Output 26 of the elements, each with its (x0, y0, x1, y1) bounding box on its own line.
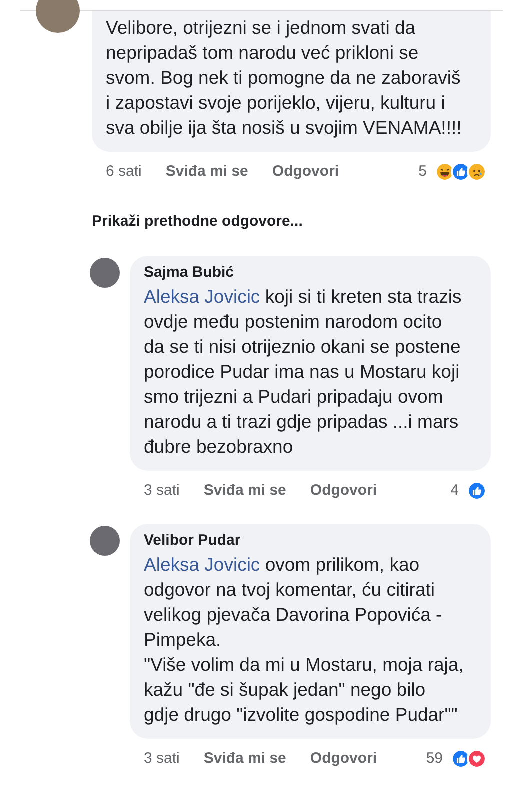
reply-button[interactable]: Odgovori (272, 161, 340, 184)
reaction-count: 59 (426, 749, 443, 769)
mention-link[interactable]: Aleksa Jovicic (144, 554, 260, 575)
like-button[interactable]: Sviđa mi se (204, 480, 286, 502)
heart-icon (467, 749, 487, 770)
like-button[interactable]: Sviđa mi se (166, 161, 248, 184)
avatar[interactable] (90, 526, 120, 556)
comment-text: Velibore, otrijezni se i jednom svati da nepripadaš tom narodu već prikloni se svom. Bog nek ti pomogne da ne zaboraviš i zapostavi svoje porijeklo, vijeru, kulturu i sva obilje ija šta nosiš u svojim VENAMA!!!! (106, 16, 463, 140)
avatar[interactable] (90, 258, 120, 288)
comment-time: 3 sati (144, 480, 180, 500)
avatar[interactable] (36, 0, 80, 33)
reaction-count: 5 (418, 162, 427, 182)
reply-button[interactable]: Odgovori (310, 748, 378, 770)
author-name[interactable]: Sajma Bubić (144, 262, 479, 284)
reaction-count: 4 (450, 480, 459, 500)
like-button[interactable]: Sviđa mi se (204, 748, 286, 770)
comment-time: 6 sati (106, 162, 142, 182)
sad-face-icon (467, 162, 487, 182)
comment-time: 3 sati (144, 749, 180, 769)
mention-link[interactable]: Aleksa Jovicic (144, 286, 260, 306)
reply-button[interactable]: Odgovori (310, 480, 378, 502)
comment-text: Aleksa Jovicic koji si ti kreten sta trazis ovdje među postenim narodom ocito da se ti nisi otrijeznio okani se postene porodice Pudar ima nas u Mostaru koji smo trijezni a Pudari pripadaju ovom narodu a ti trazi gdje pripadas ...i mars đubre bezobraxno (144, 284, 463, 458)
comment-text: Aleksa Jovicic ovom prilikom, kao odgovor na tvoj komentar, ću citirati velikog pjevača Davorina Popovića - Pimpeka. "Više volim da mi u Mostaru, moja raja, kažu "đe si šupak jedan" nego bilo gdje drugo "izvolite gospodine Pudar"" (144, 553, 465, 727)
show-previous-replies-link[interactable]: Prikaži prethodne odgovore... (92, 212, 303, 230)
thumbs-up-icon (467, 480, 487, 501)
author-name[interactable]: Velibor Pudar (144, 530, 479, 552)
